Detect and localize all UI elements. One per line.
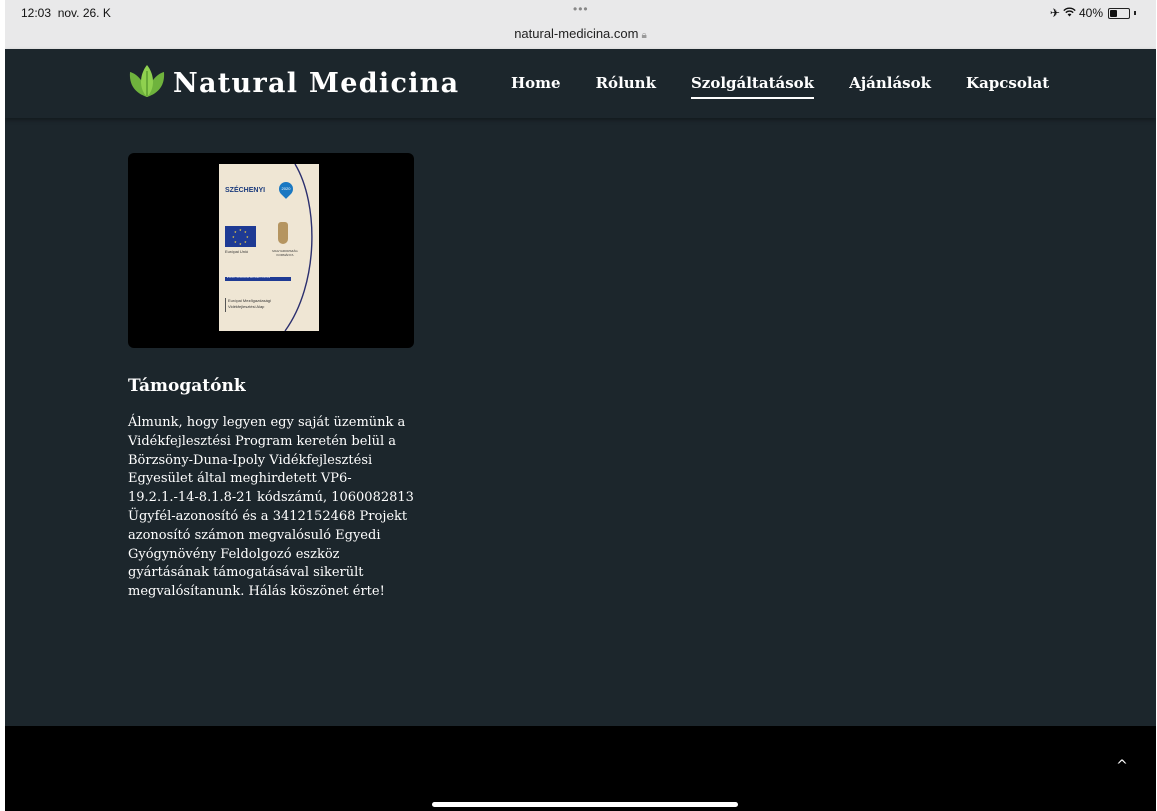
status-bar: 12:03 nov. 26. K ••• natural-medicina.co… xyxy=(5,0,1156,49)
site-header: Natural Medicina Home Rólunk Szolgáltatá… xyxy=(5,49,1156,118)
url-text: natural-medicina.com xyxy=(514,26,639,41)
status-time: 12:03 nov. 26. K xyxy=(21,6,111,20)
tab-dots-icon[interactable]: ••• xyxy=(573,2,589,16)
hungary-crest-icon xyxy=(278,222,288,244)
szechenyi-poster: SZÉCHENYI 2020 ★ ★ ★ ★ ★ ★ ★ ★ Európai Unió M… xyxy=(219,164,319,331)
lock-icon: 🔒︎ xyxy=(641,30,647,41)
nav-ajanlasok[interactable]: Ajánlások xyxy=(849,74,931,99)
sponsor-image[interactable]: SZÉCHENYI 2020 ★ ★ ★ ★ ★ ★ ★ ★ Európai Unió M… xyxy=(128,153,414,348)
leaf-icon xyxy=(127,63,167,103)
site-footer: ^ xyxy=(5,726,1156,811)
nav-szolgaltatasok[interactable]: Szolgáltatások xyxy=(690,74,815,99)
address-bar[interactable]: natural-medicina.com 🔒︎ xyxy=(5,26,1156,41)
nav-kapcsolat[interactable]: Kapcsolat xyxy=(966,74,1049,99)
poster-title: SZÉCHENYI xyxy=(225,187,266,194)
poster-footer: Európai Mezőgazdasági Vidékfejlesztési A… xyxy=(228,298,271,309)
site-logo[interactable]: Natural Medicina xyxy=(127,63,459,103)
wifi-icon xyxy=(1063,6,1076,20)
status-indicators: ✈︎ 40% xyxy=(1050,6,1136,20)
poster-divider xyxy=(225,298,226,312)
card-title: Támogatónk xyxy=(128,376,246,396)
poster-badge: 2020 xyxy=(281,186,291,191)
nav-rolunk[interactable]: Rólunk xyxy=(596,74,656,99)
browser-frame: 12:03 nov. 26. K ••• natural-medicina.co… xyxy=(5,0,1156,811)
poster-band-text: A VIDÉKI TÉRSÉGEKBE BERUHÁZÓ EURÓPA xyxy=(227,277,270,279)
eu-flag-icon: ★ ★ ★ ★ ★ ★ ★ ★ xyxy=(225,226,256,247)
card-description: Álmunk, hogy legyen egy saját üzemünk a … xyxy=(128,415,414,600)
airplane-icon: ✈︎ xyxy=(1049,6,1060,20)
nav-home[interactable]: Home xyxy=(511,74,561,99)
home-indicator xyxy=(432,802,738,807)
battery-percent: 40% xyxy=(1078,6,1103,20)
status-date: nov. 26. K xyxy=(57,6,111,20)
battery-icon xyxy=(1108,7,1130,19)
chevron-up-icon[interactable]: ^ xyxy=(1110,754,1134,778)
main-nav: Home Rólunk Szolgáltatások Ajánlások Kap… xyxy=(511,74,1049,99)
logo-text: Natural Medicina xyxy=(173,67,460,99)
crest-caption: MAGYARORSZÁG KORMÁNYA xyxy=(272,249,298,257)
eu-caption: Európai Unió xyxy=(225,249,249,254)
